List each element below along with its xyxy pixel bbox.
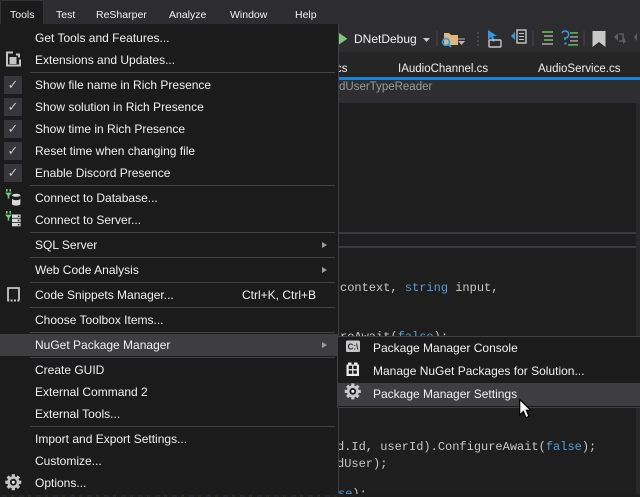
svg-text:DNetDebug: DNetDebug xyxy=(354,32,417,46)
svg-text:C:\: C:\ xyxy=(348,343,359,352)
